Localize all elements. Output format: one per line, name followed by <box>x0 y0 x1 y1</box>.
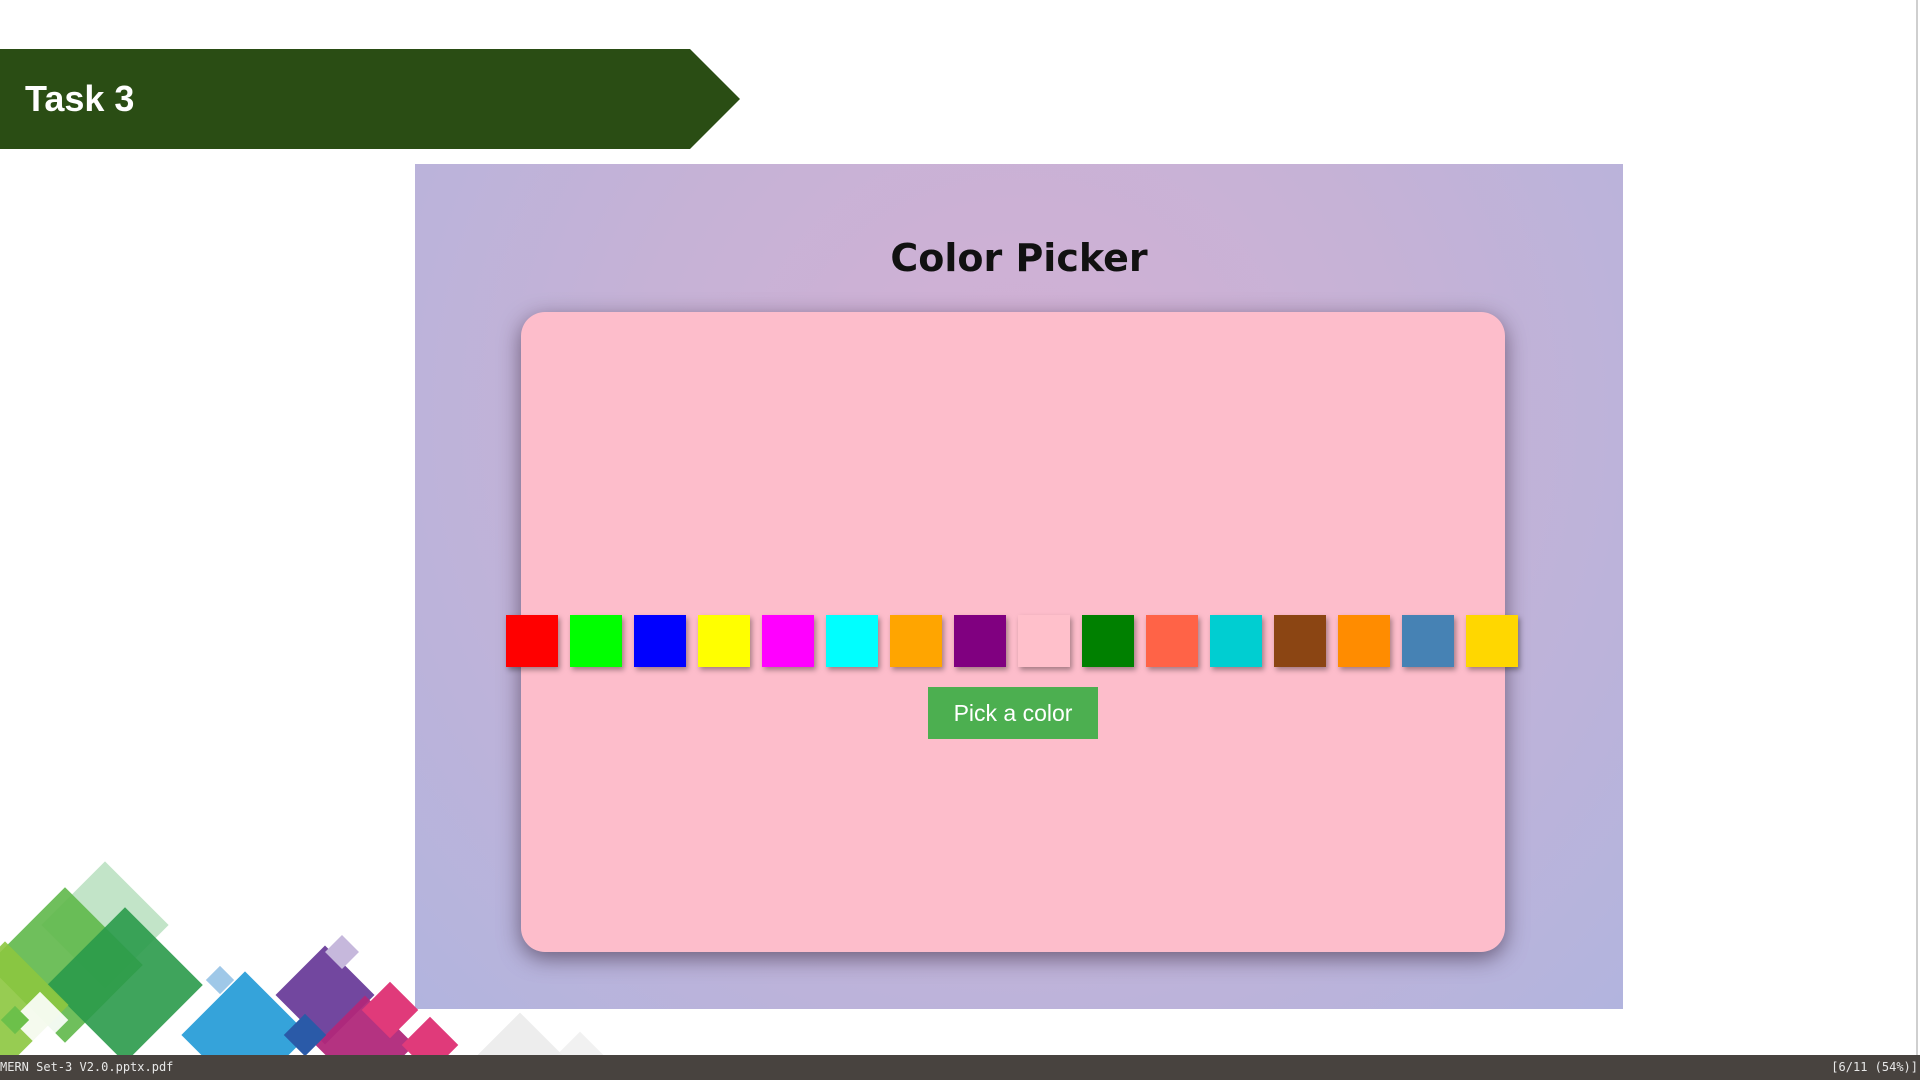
swatch-pink[interactable] <box>1018 615 1070 667</box>
swatch-purple[interactable] <box>954 615 1006 667</box>
swatch-saddle-brown[interactable] <box>1274 615 1326 667</box>
page-edge <box>1916 0 1918 1055</box>
swatch-blue[interactable] <box>634 615 686 667</box>
swatch-lime[interactable] <box>570 615 622 667</box>
swatch-tomato[interactable] <box>1146 615 1198 667</box>
status-page-info: [6/11 (54%)] <box>1831 1060 1918 1074</box>
status-bar: MERN Set-3 V2.0.pptx.pdf [6/11 (54%)] <box>0 1055 1920 1080</box>
swatch-dark-turquoise[interactable] <box>1210 615 1262 667</box>
swatch-cyan[interactable] <box>826 615 878 667</box>
slide-title: Task 3 <box>25 78 135 119</box>
swatch-dark-orange[interactable] <box>1338 615 1390 667</box>
app-title: Color Picker <box>890 236 1148 280</box>
swatch-red[interactable] <box>506 615 558 667</box>
swatch-orange[interactable] <box>890 615 942 667</box>
color-swatch-row <box>506 615 1526 671</box>
swatch-magenta[interactable] <box>762 615 814 667</box>
pick-color-button[interactable]: Pick a color <box>928 687 1098 739</box>
pdf-page: Task 3 Color Picker Pick a color <box>0 0 1920 1055</box>
decorative-diamonds-graphic <box>0 861 609 1055</box>
status-filename: MERN Set-3 V2.0.pptx.pdf <box>0 1060 174 1074</box>
slide-title-banner: Task 3 <box>0 49 740 149</box>
swatch-yellow[interactable] <box>698 615 750 667</box>
swatch-green[interactable] <box>1082 615 1134 667</box>
swatch-steel-blue[interactable] <box>1402 615 1454 667</box>
swatch-gold[interactable] <box>1466 615 1518 667</box>
diamond-pattern-icon <box>0 861 609 1055</box>
